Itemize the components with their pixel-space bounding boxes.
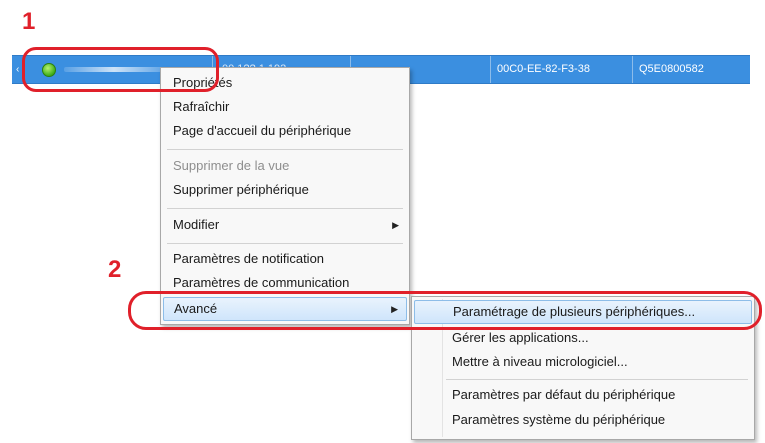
step-1-callout: 1 — [22, 8, 36, 35]
menu-item-refresh[interactable]: Rafraîchir — [163, 95, 407, 119]
menu-item-device-home-page[interactable]: Page d'accueil du périphérique — [163, 119, 407, 143]
submenu-arrow-icon: ▶ — [392, 220, 399, 230]
menu-item-modify[interactable]: Modifier ▶ — [163, 213, 407, 237]
device-mac-cell: 00C0-EE-82-F3-38 — [497, 63, 590, 75]
submenu-item-device-system-settings[interactable]: Paramètres système du périphérique — [414, 408, 752, 432]
menu-item-delete-device[interactable]: Supprimer périphérique — [163, 178, 407, 202]
menu-separator — [446, 379, 748, 380]
submenu-item-device-default-settings[interactable]: Paramètres par défaut du périphérique — [414, 383, 752, 407]
menu-separator — [167, 208, 403, 209]
column-separator — [632, 56, 633, 83]
menu-separator — [167, 149, 403, 150]
column-separator — [490, 56, 491, 83]
submenu-item-firmware-upgrade[interactable]: Mettre à niveau micrologiciel... — [414, 350, 752, 374]
step-2-callout: 2 — [108, 256, 122, 283]
menu-item-notification-settings[interactable]: Paramètres de notification — [163, 247, 407, 271]
step-1-highlight-outline — [22, 47, 219, 92]
menu-separator — [167, 243, 403, 244]
device-serial-cell: Q5E0800582 — [639, 63, 704, 75]
context-menu: Propriétés Rafraîchir Page d'accueil du … — [160, 67, 410, 325]
step-2-highlight-outline — [128, 291, 762, 330]
menu-item-remove-from-view: Supprimer de la vue — [173, 158, 290, 173]
